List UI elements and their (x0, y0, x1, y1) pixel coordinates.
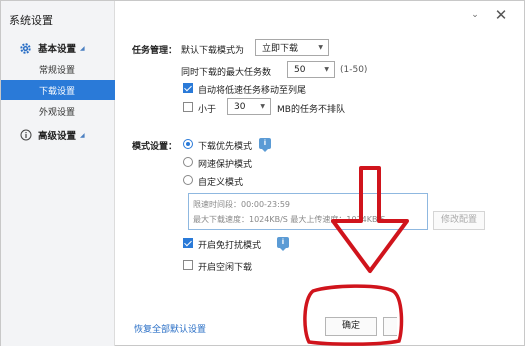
annotation-circle (303, 284, 404, 346)
annotation-arrow (331, 166, 409, 273)
settings-window: 系统设置 基本设置 ◢ 常规设置 下载设置 外观设置 高级设置 ◢ ⌄ ✕ 任务… (0, 0, 525, 346)
annotation-overlay (303, 166, 409, 346)
